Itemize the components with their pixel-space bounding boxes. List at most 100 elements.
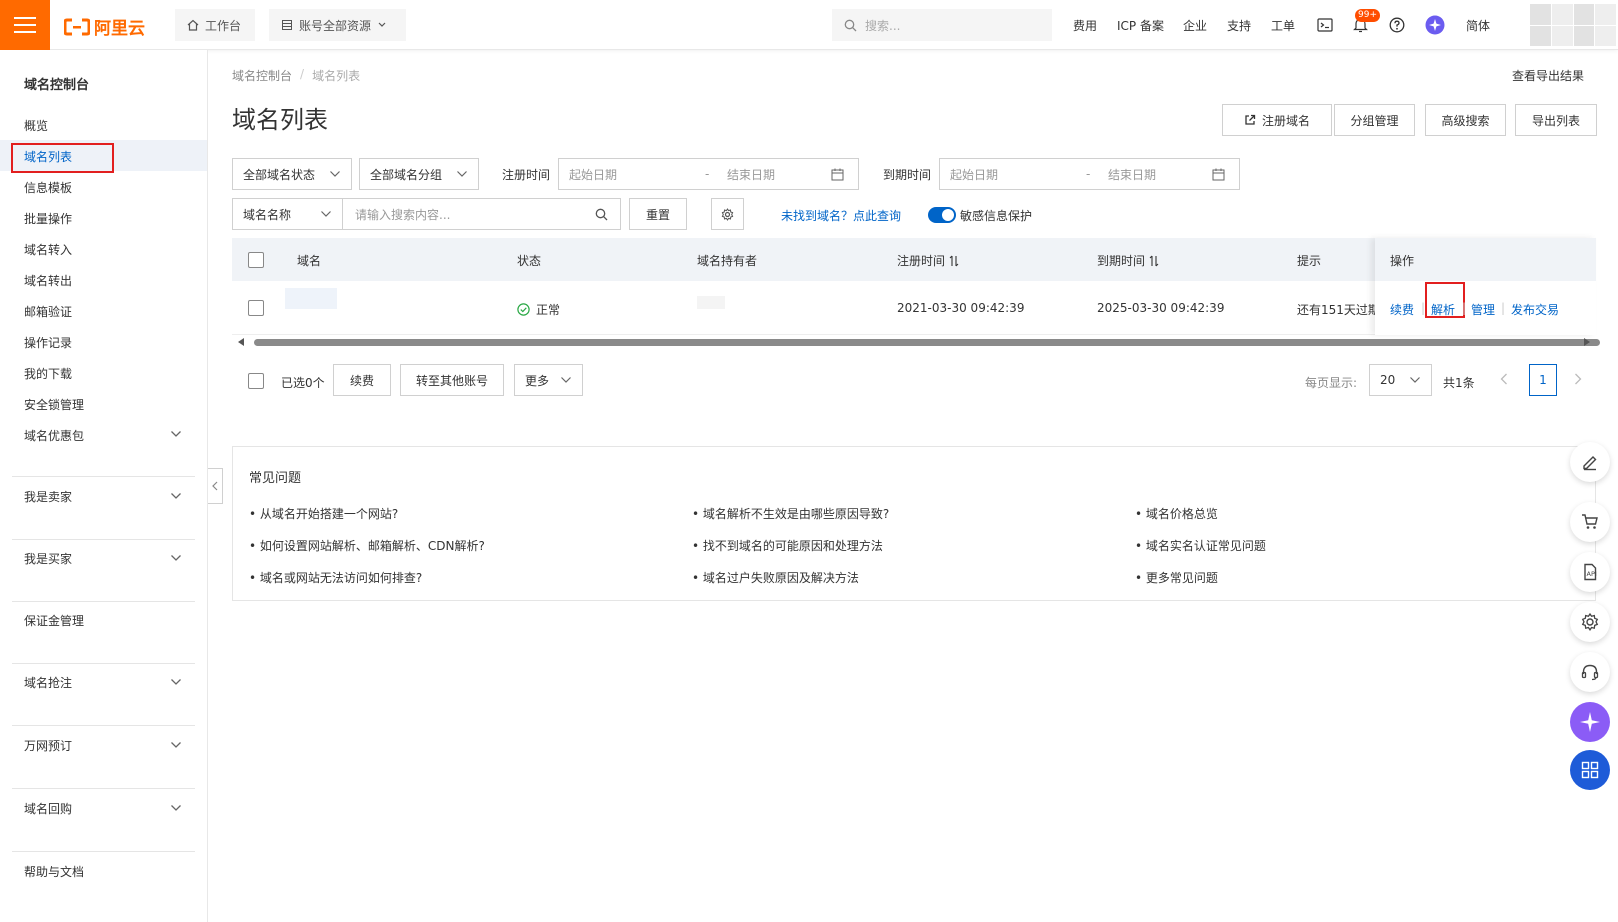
resource-dropdown[interactable]: 账号全部资源: [269, 9, 406, 41]
sidebar-item-templates[interactable]: 信息模板: [24, 179, 72, 196]
group-filter[interactable]: 全部域名分组: [359, 158, 479, 190]
exp-start-date[interactable]: 起始日期: [950, 166, 1086, 183]
breadcrumb-root[interactable]: 域名控制台: [232, 67, 292, 84]
sidebar-item-operation-log[interactable]: 操作记录: [24, 334, 72, 351]
per-page-label: 每页显示:: [1305, 376, 1358, 390]
sidebar-group-snatch[interactable]: 域名抢注: [24, 674, 72, 691]
col-reg-time[interactable]: 注册时间: [897, 252, 959, 269]
settings-button[interactable]: [711, 198, 744, 230]
sidebar-item-email-verify[interactable]: 邮箱验证: [24, 303, 72, 320]
chevron-left-icon: [212, 481, 218, 491]
chevron-down-icon[interactable]: [170, 678, 182, 686]
status-filter[interactable]: 全部域名状态: [232, 158, 352, 190]
edit-float-button[interactable]: [1570, 442, 1610, 482]
bulk-select-checkbox[interactable]: [248, 373, 264, 389]
export-results-link[interactable]: 查看导出结果: [1512, 67, 1584, 84]
apps-float-button[interactable]: [1570, 750, 1610, 790]
per-page-select[interactable]: 20: [1369, 364, 1432, 396]
reset-button[interactable]: 重置: [629, 198, 687, 230]
api-float-button[interactable]: API: [1570, 552, 1610, 592]
domain-name-redacted[interactable]: [285, 288, 337, 309]
bulk-renew-button[interactable]: 续费: [333, 364, 391, 396]
faq-link[interactable]: • 从域名开始搭建一个网站?: [249, 505, 398, 522]
group-manage-button[interactable]: 分组管理: [1334, 104, 1415, 136]
col-holder: 域名持有者: [697, 254, 758, 268]
row-checkbox[interactable]: [248, 300, 264, 316]
ai-assistant-icon[interactable]: [1425, 0, 1445, 50]
page-1-button[interactable]: 1: [1529, 364, 1557, 396]
bulk-more-dropdown[interactable]: 更多: [514, 364, 583, 396]
sidebar-group-reservation[interactable]: 万网预订: [24, 737, 72, 754]
scroll-right-icon[interactable]: [1583, 338, 1590, 346]
reg-date-range[interactable]: 起始日期 - 结束日期: [558, 158, 859, 190]
scroll-left-icon[interactable]: [238, 338, 245, 346]
sidebar-group-deposit[interactable]: 保证金管理: [24, 612, 84, 629]
bulk-transfer-button[interactable]: 转至其他账号: [400, 364, 504, 396]
sidebar-item-overview[interactable]: 概览: [24, 117, 48, 134]
sidebar-item-transfer-out[interactable]: 域名转出: [24, 272, 72, 289]
chevron-down-icon[interactable]: [170, 554, 182, 562]
bell-icon[interactable]: [1353, 0, 1368, 50]
faq-link[interactable]: • 如何设置网站解析、邮箱解析、CDN解析?: [249, 537, 485, 554]
reg-start-date[interactable]: 起始日期: [569, 166, 705, 183]
sidebar-item-security-lock[interactable]: 安全锁管理: [24, 396, 84, 413]
sidebar-item-transfer-in[interactable]: 域名转入: [24, 241, 72, 258]
terminal-icon[interactable]: [1317, 0, 1333, 50]
aliyun-logo[interactable]: 阿里云: [64, 14, 145, 39]
domain-search-input[interactable]: 请输入搜索内容...: [342, 198, 621, 230]
horizontal-scrollbar[interactable]: [232, 337, 1600, 347]
workbench-button[interactable]: 工作台: [175, 9, 255, 41]
exp-end-date[interactable]: 结束日期: [1108, 166, 1212, 183]
sidebar-collapse-toggle[interactable]: [208, 468, 223, 504]
advanced-search-button[interactable]: 高级搜索: [1425, 104, 1506, 136]
global-search[interactable]: 搜索...: [832, 9, 1052, 41]
scrollbar-thumb[interactable]: [254, 339, 1600, 346]
col-exp-time[interactable]: 到期时间: [1097, 252, 1159, 269]
nav-support[interactable]: 支持: [1227, 0, 1251, 50]
nav-billing[interactable]: 费用: [1073, 0, 1097, 50]
support-float-button[interactable]: [1570, 652, 1610, 692]
ai-float-button[interactable]: [1570, 702, 1610, 742]
next-page-icon[interactable]: [1574, 373, 1582, 385]
faq-link[interactable]: • 找不到域名的可能原因和处理方法: [692, 537, 883, 554]
renew-link[interactable]: 续费: [1390, 301, 1414, 318]
search-field-select[interactable]: 域名名称: [232, 198, 343, 230]
faq-link[interactable]: • 域名实名认证常见问题: [1135, 537, 1266, 554]
avatar[interactable]: [1530, 4, 1616, 46]
settings-float-button[interactable]: [1570, 602, 1610, 642]
sidebar-item-batch[interactable]: 批量操作: [24, 210, 72, 227]
publish-trade-link[interactable]: 发布交易: [1511, 301, 1559, 318]
faq-link[interactable]: • 域名价格总览: [1135, 505, 1218, 522]
faq-link[interactable]: • 更多常见问题: [1135, 569, 1218, 586]
faq-link[interactable]: • 域名解析不生效是由哪些原因导致?: [692, 505, 889, 522]
nav-icp[interactable]: ICP 备案: [1117, 0, 1164, 50]
nav-ticket[interactable]: 工单: [1271, 0, 1295, 50]
nav-enterprise[interactable]: 企业: [1183, 0, 1207, 50]
domain-not-found-link[interactable]: 未找到域名？点此查询: [781, 207, 901, 224]
sidebar-group-seller[interactable]: 我是卖家: [24, 488, 72, 505]
manage-link[interactable]: 管理: [1471, 301, 1495, 318]
faq-link[interactable]: • 域名或网站无法访问如何排查?: [249, 569, 422, 586]
privacy-toggle[interactable]: [928, 207, 956, 223]
select-all-checkbox[interactable]: [248, 252, 264, 268]
cart-float-button[interactable]: [1570, 502, 1610, 542]
menu-icon[interactable]: [0, 0, 50, 50]
help-icon[interactable]: [1389, 0, 1405, 50]
prev-page-icon[interactable]: [1500, 373, 1508, 385]
chevron-down-icon[interactable]: [170, 430, 182, 438]
sidebar-item-downloads[interactable]: 我的下载: [24, 365, 72, 382]
exp-date-range[interactable]: 起始日期 - 结束日期: [939, 158, 1240, 190]
sidebar-group-help[interactable]: 帮助与文档: [24, 863, 84, 880]
chevron-down-icon[interactable]: [170, 804, 182, 812]
reg-end-date[interactable]: 结束日期: [727, 166, 831, 183]
export-list-button[interactable]: 导出列表: [1515, 104, 1597, 136]
language-switch[interactable]: 简体: [1466, 0, 1490, 50]
sidebar-item-discount-pack[interactable]: 域名优惠包: [24, 427, 84, 444]
sidebar-group-buyer[interactable]: 我是买家: [24, 550, 72, 567]
sidebar-group-buyback[interactable]: 域名回购: [24, 800, 72, 817]
chevron-down-icon[interactable]: [170, 492, 182, 500]
faq-link[interactable]: • 域名过户失败原因及解决方法: [692, 569, 859, 586]
chevron-down-icon[interactable]: [170, 741, 182, 749]
search-icon[interactable]: [595, 208, 608, 221]
register-domain-button[interactable]: 注册域名: [1222, 104, 1332, 136]
